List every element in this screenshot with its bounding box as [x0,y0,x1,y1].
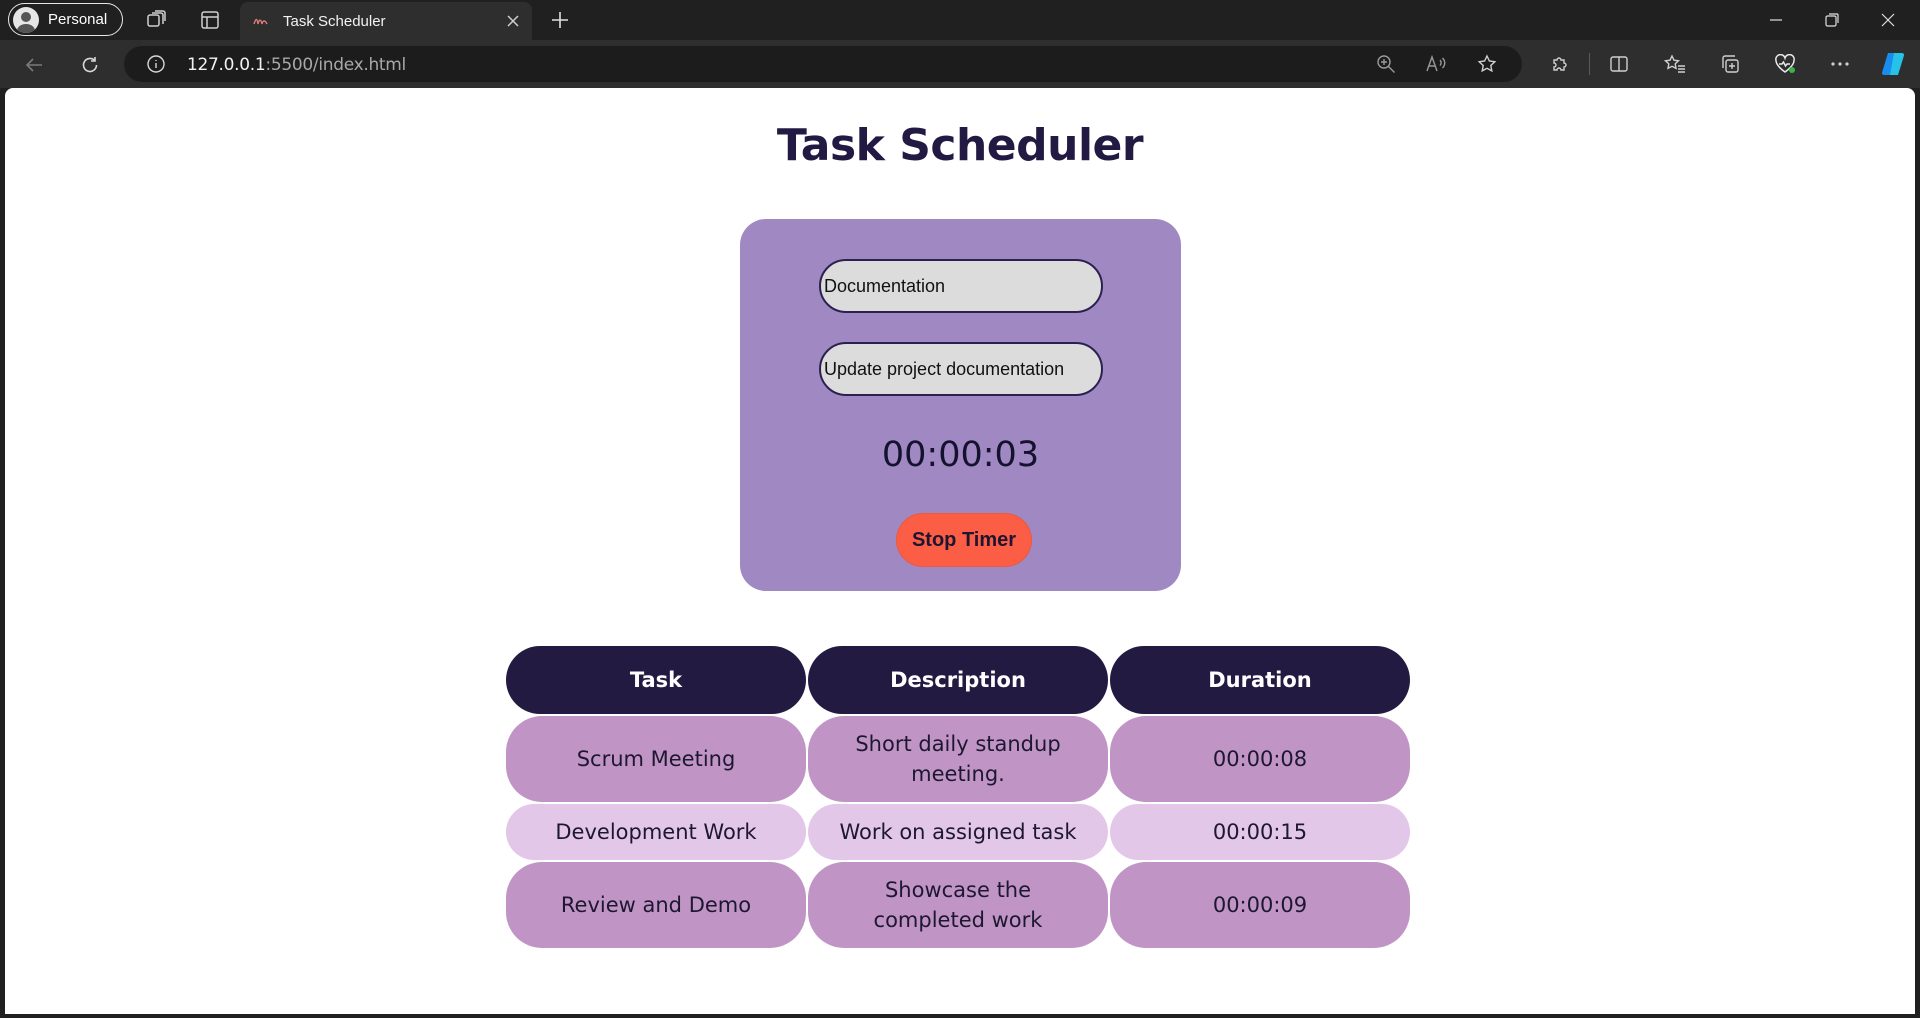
close-window-icon[interactable] [1860,0,1916,40]
add-favorite-icon[interactable] [1475,52,1499,76]
task-entry-card: 00:00:03 Stop Timer [740,219,1181,591]
browser-essentials-icon[interactable] [1771,51,1799,77]
task-cell: Scrum Meeting [506,716,806,802]
profile-label: Personal [48,11,108,28]
duration-cell: 00:00:08 [1110,716,1410,802]
table-header-row: Task Description Duration [506,646,1410,714]
table-row: Scrum Meeting Short daily standup meetin… [506,714,1410,802]
url-text[interactable]: 127.0.0.1:5500/index.html [187,55,406,75]
tab-close-icon[interactable] [502,10,524,32]
new-tab-icon[interactable] [546,7,574,33]
task-cell: Review and Demo [506,862,806,948]
page-viewport: Task Scheduler 00:00:03 Stop Timer Task … [5,88,1915,1014]
timer-display: 00:00:03 [881,435,1040,475]
header-task: Task [506,646,806,714]
profile-avatar-icon [13,6,39,33]
browser-title-bar: Personal Task Scheduler [0,0,1920,40]
page-title: Task Scheduler [776,120,1144,171]
extensions-icon[interactable] [1546,51,1574,77]
task-cell: Development Work [506,804,806,860]
description-cell: Work on assigned task [808,804,1108,860]
more-icon[interactable] [1826,51,1854,77]
tab-actions-icon[interactable] [196,7,224,33]
duration-cell: 00:00:15 [1110,804,1410,860]
address-bar[interactable]: 127.0.0.1:5500/index.html [124,46,1522,82]
active-tab[interactable]: Task Scheduler [240,2,532,40]
duration-cell: 00:00:09 [1110,862,1410,948]
table-row: Development Work Work on assigned task 0… [506,802,1410,860]
header-duration: Duration [1110,646,1410,714]
favorites-icon[interactable] [1661,51,1689,77]
minimize-icon[interactable] [1748,0,1804,40]
profile-button[interactable]: Personal [8,3,123,36]
table-row: Review and Demo Showcase the completed w… [506,860,1410,948]
workspaces-icon[interactable] [142,7,170,33]
tab-title: Task Scheduler [283,12,386,30]
description-cell: Showcase the completed work [808,862,1108,948]
task-table: Task Description Duration Scrum Meeting … [506,646,1410,948]
description-cell: Short daily standup meeting. [808,716,1108,802]
back-icon[interactable] [20,52,48,78]
toolbar-divider [1589,53,1590,75]
zoom-icon[interactable] [1374,52,1398,76]
split-screen-icon[interactable] [1605,51,1633,77]
task-description-input[interactable] [819,342,1103,396]
site-info-icon[interactable] [144,52,168,76]
task-name-input[interactable] [819,259,1103,313]
refresh-icon[interactable] [76,52,104,78]
restore-icon[interactable] [1804,0,1860,40]
browser-toolbar: 127.0.0.1:5500/index.html [0,40,1920,88]
collections-icon[interactable] [1716,51,1744,77]
read-aloud-icon[interactable] [1424,52,1448,76]
tab-favicon-icon [252,12,270,30]
header-description: Description [808,646,1108,714]
task-scheduler-page: Task Scheduler 00:00:03 Stop Timer Task … [5,88,1915,1014]
stop-timer-button[interactable]: Stop Timer [897,514,1031,566]
copilot-icon[interactable] [1878,49,1908,79]
